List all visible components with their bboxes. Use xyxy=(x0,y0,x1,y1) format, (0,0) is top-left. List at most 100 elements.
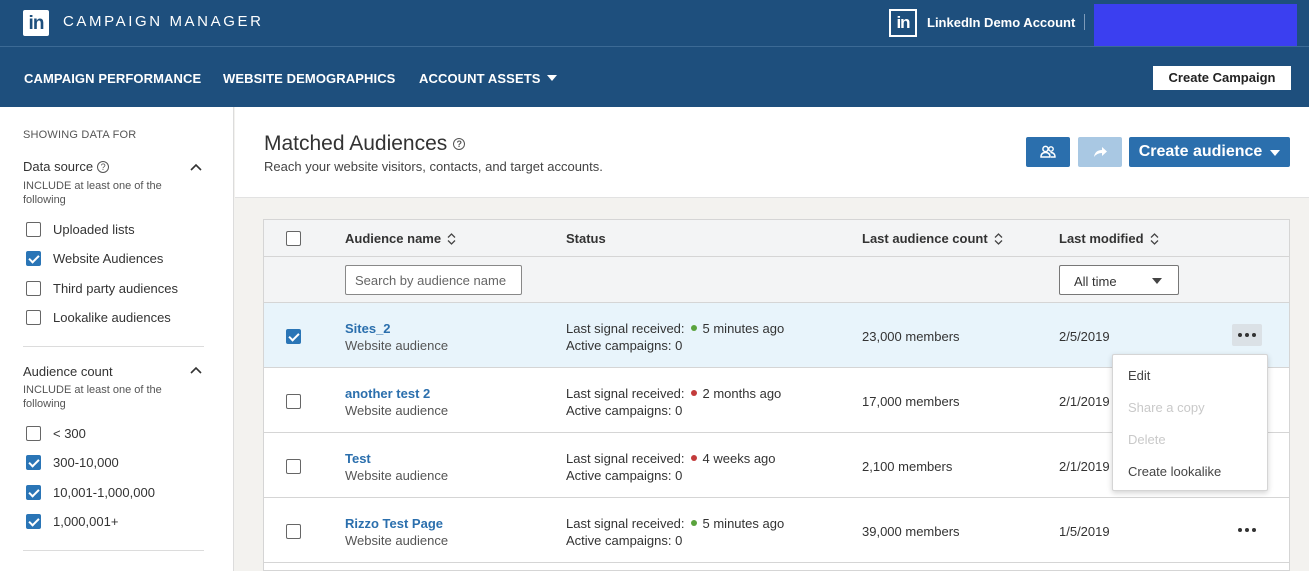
row-actions-menu: Edit Share a copy Delete Create lookalik… xyxy=(1112,354,1268,491)
caret-down-icon xyxy=(1152,278,1162,284)
share-button[interactable] xyxy=(1078,137,1122,167)
option-label: Lookalike audiences xyxy=(53,309,171,325)
app-title: CAMPAIGN MANAGER xyxy=(63,13,264,30)
menu-item-delete: Delete xyxy=(1128,432,1166,447)
last-modified: 2/1/2019 xyxy=(1059,394,1110,409)
option-under-300[interactable]: < 300 xyxy=(26,425,86,441)
option-10001-1000000[interactable]: 10,001-1,000,000 xyxy=(26,484,155,500)
status-dot-red xyxy=(690,455,697,461)
audience-name-link[interactable]: Rizzo Test Page xyxy=(345,516,443,531)
audience-name-link[interactable]: Sites_2 xyxy=(345,321,391,336)
checkbox-checked[interactable] xyxy=(26,484,41,500)
status-signal: Last signal received: 4 weeks ago xyxy=(566,451,776,466)
audience-count: 39,000 members xyxy=(862,524,960,539)
option-label: < 300 xyxy=(53,425,86,441)
menu-item-edit[interactable]: Edit xyxy=(1128,368,1150,383)
option-label: Website Audiences xyxy=(53,250,164,266)
more-actions-button[interactable] xyxy=(1232,519,1262,541)
column-last-modified[interactable]: Last modified xyxy=(1059,231,1159,246)
select-all-checkbox[interactable] xyxy=(286,231,301,246)
nav-website-demographics[interactable]: WEBSITE DEMOGRAPHICS xyxy=(223,71,395,86)
status-signal: Last signal received: 5 minutes ago xyxy=(566,516,784,531)
chevron-up-icon[interactable] xyxy=(190,162,202,174)
data-source-title: Data source? xyxy=(23,159,110,174)
account-divider xyxy=(1084,14,1085,30)
row-checkbox[interactable] xyxy=(286,459,301,474)
audience-count: 23,000 members xyxy=(862,329,960,344)
option-third-party-audiences[interactable]: Third party audiences xyxy=(26,280,178,296)
audience-type: Website audience xyxy=(345,338,449,353)
option-300-10000[interactable]: 300-10,000 xyxy=(26,454,119,470)
create-audience-button[interactable]: Create audience xyxy=(1129,137,1290,167)
dot-icon xyxy=(1252,528,1256,532)
signal-label: Last signal received: xyxy=(566,516,685,531)
nav-account-assets[interactable]: ACCOUNT ASSETS xyxy=(419,71,557,86)
audience-type: Website audience xyxy=(345,403,449,418)
nav-campaign-performance[interactable]: CAMPAIGN PERFORMANCE xyxy=(24,71,201,86)
column-audience-name[interactable]: Audience name xyxy=(345,231,456,246)
create-audience-label: Create audience xyxy=(1138,143,1263,160)
row-checkbox[interactable] xyxy=(286,394,301,409)
menu-item-create-lookalike[interactable]: Create lookalike xyxy=(1128,464,1221,479)
checkbox[interactable] xyxy=(26,425,41,441)
column-last-audience-count[interactable]: Last audience count xyxy=(862,231,1003,246)
nav-label: WEBSITE DEMOGRAPHICS xyxy=(223,71,396,86)
search-audience-input[interactable] xyxy=(345,265,522,295)
audience-type: Website audience xyxy=(345,468,449,483)
last-modified: 2/5/2019 xyxy=(1059,329,1110,344)
page-header: Matched Audiences? Reach your website vi… xyxy=(235,107,1309,198)
help-icon[interactable]: ? xyxy=(97,161,110,173)
audience-count: 2,100 members xyxy=(862,459,953,474)
page-subtitle: Reach your website visitors, contacts, a… xyxy=(264,159,603,174)
row-checkbox[interactable] xyxy=(286,524,301,539)
column-label: Audience name xyxy=(345,231,442,246)
nav-label: CAMPAIGN PERFORMANCE xyxy=(24,71,202,86)
time-filter-select[interactable]: All time xyxy=(1059,265,1179,295)
audience-name-link[interactable]: another test 2 xyxy=(345,386,430,401)
dot-icon xyxy=(1245,333,1249,337)
linkedin-logo[interactable]: in xyxy=(23,10,49,36)
account-name[interactable]: LinkedIn Demo Account xyxy=(927,15,1075,30)
checkbox-checked[interactable] xyxy=(26,454,41,470)
page-title: Matched Audiences? xyxy=(264,132,466,156)
option-uploaded-lists[interactable]: Uploaded lists xyxy=(26,221,135,237)
signal-label: Last signal received: xyxy=(566,321,685,336)
option-label: 10,001-1,000,000 xyxy=(53,484,155,500)
dot-icon xyxy=(1238,333,1242,337)
option-1000001-plus[interactable]: 1,000,001+ xyxy=(26,513,118,529)
table-filter-row: All time xyxy=(264,257,1289,303)
dot-icon xyxy=(1245,528,1249,532)
dot-icon xyxy=(1238,528,1242,532)
audience-name-link[interactable]: Test xyxy=(345,451,371,466)
create-campaign-button[interactable]: Create Campaign xyxy=(1153,66,1291,90)
checkbox[interactable] xyxy=(26,309,41,325)
option-lookalike-audiences[interactable]: Lookalike audiences xyxy=(26,309,171,325)
header-divider xyxy=(0,46,1309,47)
last-modified: 2/1/2019 xyxy=(1059,459,1110,474)
checkbox[interactable] xyxy=(26,280,41,296)
status-dot-green xyxy=(690,325,697,331)
checkbox[interactable] xyxy=(26,221,41,237)
sort-icon xyxy=(447,233,456,245)
audience-count-subtitle: INCLUDE at least one of the following xyxy=(23,384,162,410)
table-row[interactable]: Rizzo Test Page Website audience Last si… xyxy=(264,498,1289,563)
nav-label: ACCOUNT ASSETS xyxy=(419,71,541,86)
dot-icon xyxy=(1252,333,1256,337)
checkbox-checked[interactable] xyxy=(26,250,41,266)
sidebar-heading: SHOWING DATA FOR xyxy=(23,129,137,141)
menu-item-share-a-copy: Share a copy xyxy=(1128,400,1205,415)
sort-icon xyxy=(994,233,1003,245)
more-actions-button[interactable] xyxy=(1232,324,1262,346)
row-checkbox-checked[interactable] xyxy=(286,329,301,344)
people-button[interactable] xyxy=(1026,137,1070,167)
signal-time: 5 minutes ago xyxy=(702,321,785,336)
people-icon xyxy=(1040,145,1056,158)
help-icon[interactable]: ? xyxy=(453,138,466,150)
sidebar-divider xyxy=(23,550,204,551)
option-website-audiences[interactable]: Website Audiences xyxy=(26,250,163,266)
column-label: Last audience count xyxy=(862,231,988,246)
column-label: Last modified xyxy=(1059,231,1144,246)
signal-time: 4 weeks ago xyxy=(702,451,776,466)
chevron-up-icon[interactable] xyxy=(190,365,202,377)
checkbox-checked[interactable] xyxy=(26,513,41,529)
